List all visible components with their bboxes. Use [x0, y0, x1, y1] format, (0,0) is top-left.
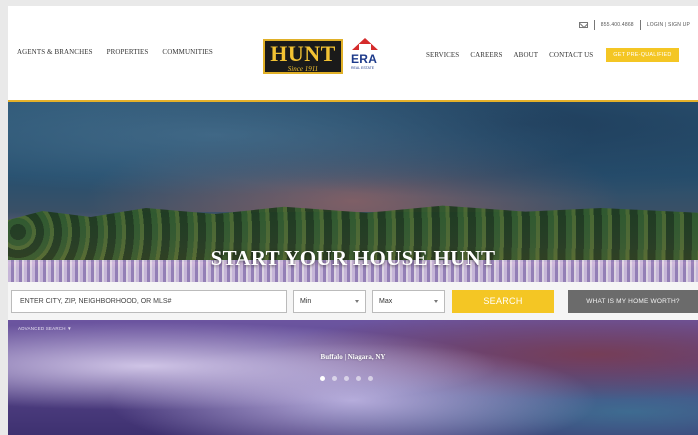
search-bar: ENTER CITY, ZIP, NEIGHBORHOOD, OR MLS# M…: [8, 282, 698, 320]
utility-bar: 855.400.4868 LOGIN | SIGN UP: [578, 20, 690, 30]
location-search-input[interactable]: ENTER CITY, ZIP, NEIGHBORHOOD, OR MLS#: [11, 290, 287, 313]
page: 855.400.4868 LOGIN | SIGN UP AGENTS & BR…: [8, 6, 698, 435]
phone-number[interactable]: 855.400.4868: [601, 22, 634, 28]
hunt-logo-word: HUNT: [270, 41, 336, 66]
login-link[interactable]: LOGIN | SIGN UP: [647, 22, 690, 28]
nav-properties[interactable]: PROPERTIES: [107, 48, 149, 56]
era-logo-word: ERA: [351, 52, 378, 66]
slider-dot[interactable]: [332, 376, 337, 381]
min-price-select[interactable]: Min: [293, 290, 366, 313]
site-header: 855.400.4868 LOGIN | SIGN UP AGENTS & BR…: [8, 6, 698, 100]
primary-nav-left: AGENTS & BRANCHES PROPERTIES COMMUNITIES: [17, 48, 213, 56]
slider-dot[interactable]: [368, 376, 373, 381]
nav-contact-us[interactable]: CONTACT US: [549, 51, 593, 59]
nav-communities[interactable]: COMMUNITIES: [162, 48, 213, 56]
search-button[interactable]: SEARCH: [452, 290, 554, 313]
nav-services[interactable]: SERVICES: [426, 51, 459, 59]
chevron-down-icon: [434, 300, 438, 303]
get-prequalified-button[interactable]: GET PRE-QUALIFIED: [606, 48, 679, 62]
hero-lower-image: ADVANCED SEARCH ▼ Buffalo | Niagara, NY: [8, 320, 698, 435]
min-price-label: Min: [300, 298, 312, 305]
nav-about[interactable]: ABOUT: [514, 51, 539, 59]
primary-nav-right: SERVICES CAREERS ABOUT CONTACT US GET PR…: [426, 48, 679, 62]
home-worth-button[interactable]: WHAT IS MY HOME WORTH?: [568, 290, 698, 313]
era-house-window: [359, 44, 371, 51]
hunt-logo[interactable]: HUNT Since 1911: [263, 39, 343, 74]
max-price-label: Max: [379, 298, 393, 305]
mail-icon[interactable]: [578, 22, 588, 28]
hero-location-caption: Buffalo | Niagara, NY: [320, 353, 386, 361]
slider-dots: [320, 376, 373, 381]
divider: [639, 20, 641, 30]
hunt-logo-since: Since 1911: [287, 65, 319, 73]
max-price-select[interactable]: Max: [372, 290, 445, 313]
hero-title: START YOUR HOUSE HUNT: [210, 246, 496, 270]
slider-dot[interactable]: [356, 376, 361, 381]
divider: [593, 20, 595, 30]
hero-sky-image: [8, 102, 698, 212]
chevron-down-icon: [355, 300, 359, 303]
slider-dot[interactable]: [344, 376, 349, 381]
nav-careers[interactable]: CAREERS: [470, 51, 502, 59]
era-logo[interactable]: ERA REAL ESTATE: [348, 38, 382, 74]
hero-banner: START YOUR HOUSE HUNT ENTER CITY, ZIP, N…: [8, 102, 698, 435]
era-logo-sub: REAL ESTATE: [351, 66, 375, 70]
nav-agents-branches[interactable]: AGENTS & BRANCHES: [17, 48, 93, 56]
slider-dot[interactable]: [320, 376, 325, 381]
advanced-search-toggle[interactable]: ADVANCED SEARCH ▼: [18, 326, 72, 331]
